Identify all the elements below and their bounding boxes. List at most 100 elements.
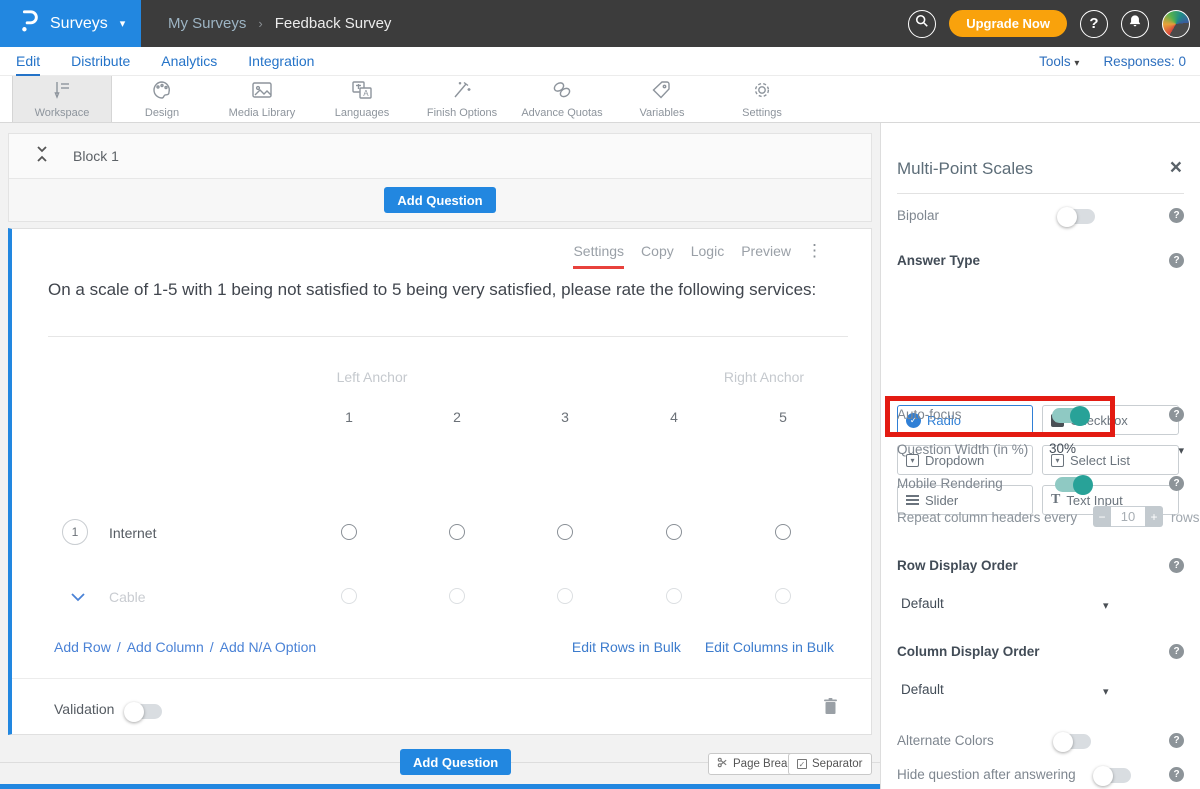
add-row-link[interactable]: Add Row — [54, 639, 111, 655]
upgrade-now-button[interactable]: Upgrade Now — [949, 10, 1067, 37]
block-title[interactable]: Block 1 — [73, 148, 119, 164]
toolbar-item-finish-options[interactable]: Finish Options — [412, 76, 512, 122]
stepper-minus-button[interactable]: − — [1093, 506, 1111, 527]
answer-type-help-icon[interactable]: ? — [1169, 253, 1184, 268]
help-button[interactable]: ? — [1080, 10, 1108, 38]
row-number-badge: 1 — [62, 519, 88, 545]
radio-option[interactable] — [557, 524, 573, 540]
toolbar-item-languages[interactable]: A Languages — [312, 76, 412, 122]
question-width-caret-icon[interactable]: ▾ — [1178, 444, 1184, 457]
question-width-value[interactable]: 30% — [1049, 441, 1076, 456]
question-divider — [48, 336, 848, 337]
toolbar-item-label: Design — [145, 107, 179, 119]
toolbar-item-advance-quotas[interactable]: Advance Quotas — [512, 76, 612, 122]
hide-question-help-icon[interactable]: ? — [1169, 767, 1184, 782]
radio-option-faded[interactable] — [449, 588, 465, 604]
bipolar-label: Bipolar — [897, 208, 939, 223]
mobile-rendering-help-icon[interactable]: ? — [1169, 476, 1184, 491]
notifications-button[interactable] — [1121, 10, 1149, 38]
panel-divider — [897, 193, 1184, 194]
add-question-button-top[interactable]: Add Question — [384, 187, 495, 213]
radio-option-faded[interactable] — [775, 588, 791, 604]
tab-integration[interactable]: Integration — [248, 47, 314, 76]
alternate-colors-help-icon[interactable]: ? — [1169, 733, 1184, 748]
stepper-value-input[interactable] — [1111, 506, 1145, 527]
mobile-rendering-toggle[interactable] — [1055, 477, 1091, 492]
radio-option[interactable] — [666, 524, 682, 540]
alternate-colors-label: Alternate Colors — [897, 733, 994, 748]
svg-text:A: A — [363, 89, 369, 98]
top-bar: Surveys ▾ My Surveys › Feedback Survey U… — [0, 0, 1200, 47]
tab-analytics[interactable]: Analytics — [161, 47, 217, 76]
auto-focus-toggle[interactable] — [1052, 408, 1088, 423]
edit-columns-in-bulk-link[interactable]: Edit Columns in Bulk — [705, 639, 834, 655]
radio-option[interactable] — [341, 524, 357, 540]
surveys-menu-label: Surveys — [50, 15, 108, 33]
hide-question-toggle[interactable] — [1095, 768, 1131, 783]
add-question-strip: Add Question — [9, 179, 871, 221]
alternate-colors-toggle[interactable] — [1055, 734, 1091, 749]
toolbar-item-design[interactable]: Design — [112, 76, 212, 122]
question-tab-copy[interactable]: Copy — [641, 243, 674, 269]
user-avatar[interactable] — [1162, 10, 1190, 38]
radio-option-faded[interactable] — [341, 588, 357, 604]
canvas-footer: Add Question Page Break ✓ Separator — [0, 735, 880, 785]
radio-option-faded[interactable] — [666, 588, 682, 604]
tools-menu[interactable]: Tools ▾ — [1039, 54, 1079, 69]
bipolar-help-icon[interactable]: ? — [1169, 208, 1184, 223]
tab-distribute[interactable]: Distribute — [71, 47, 130, 76]
row-label-cable[interactable]: Cable — [109, 589, 146, 605]
repeat-headers-label: Repeat column headers every — [897, 510, 1077, 525]
column-header[interactable]: 3 — [545, 409, 585, 425]
collapse-block-icon[interactable] — [35, 146, 49, 167]
add-na-option-link[interactable]: Add N/A Option — [220, 639, 317, 655]
bipolar-toggle[interactable] — [1059, 209, 1095, 224]
auto-focus-help-icon[interactable]: ? — [1169, 407, 1184, 422]
repeat-headers-suffix: rows. — [1171, 510, 1200, 525]
surveys-menu[interactable]: Surveys ▾ — [0, 0, 141, 47]
close-panel-icon[interactable]: × — [1170, 157, 1182, 178]
toolbar-item-variables[interactable]: Variables — [612, 76, 712, 122]
toolbar-item-settings[interactable]: Settings — [712, 76, 812, 122]
column-header[interactable]: 5 — [763, 409, 803, 425]
row-label-internet[interactable]: Internet — [109, 525, 156, 541]
question-action-tabs: Settings Copy Logic Preview — [573, 243, 791, 269]
question-card: Settings Copy Logic Preview ⋮ On a scale… — [8, 228, 872, 735]
stepper-plus-button[interactable]: + — [1145, 506, 1163, 527]
row-display-order-select[interactable]: Default ▾ — [897, 596, 1184, 616]
column-display-order-select[interactable]: Default ▾ — [897, 682, 1184, 702]
tab-edit[interactable]: Edit — [16, 47, 40, 76]
add-question-button-bottom[interactable]: Add Question — [400, 749, 511, 775]
right-anchor-field[interactable]: Right Anchor — [694, 369, 834, 385]
translate-icon: A — [351, 80, 373, 105]
question-tab-logic[interactable]: Logic — [691, 243, 724, 269]
column-display-help-icon[interactable]: ? — [1169, 644, 1184, 659]
validation-toggle[interactable] — [126, 704, 162, 719]
question-kebab-menu-icon[interactable]: ⋮ — [806, 241, 823, 261]
radio-option[interactable] — [775, 524, 791, 540]
delete-question-trash-icon[interactable] — [823, 697, 838, 720]
edit-rows-in-bulk-link[interactable]: Edit Rows in Bulk — [572, 639, 681, 655]
add-column-link[interactable]: Add Column — [127, 639, 204, 655]
search-icon — [915, 14, 929, 33]
next-block-edge — [0, 784, 880, 789]
question-tab-settings[interactable]: Settings — [573, 243, 624, 269]
separator-button[interactable]: ✓ Separator — [788, 753, 872, 775]
radio-option-faded[interactable] — [557, 588, 573, 604]
block-header: Block 1 — [9, 134, 871, 179]
toolbar-item-media-library[interactable]: Media Library — [212, 76, 312, 122]
toolbar-item-workspace[interactable]: Workspace — [12, 76, 112, 122]
radio-option[interactable] — [449, 524, 465, 540]
row-display-help-icon[interactable]: ? — [1169, 558, 1184, 573]
bell-icon — [1128, 14, 1142, 33]
breadcrumb-parent[interactable]: My Surveys — [168, 15, 246, 32]
question-text[interactable]: On a scale of 1-5 with 1 being not satis… — [48, 277, 828, 303]
search-button[interactable] — [908, 10, 936, 38]
left-anchor-field[interactable]: Left Anchor — [302, 369, 442, 385]
row-chevron-down-icon[interactable] — [70, 589, 86, 607]
question-tab-preview[interactable]: Preview — [741, 243, 791, 269]
column-header[interactable]: 2 — [437, 409, 477, 425]
column-header[interactable]: 4 — [654, 409, 694, 425]
column-header[interactable]: 1 — [329, 409, 369, 425]
surveys-caret-icon: ▾ — [120, 17, 126, 30]
